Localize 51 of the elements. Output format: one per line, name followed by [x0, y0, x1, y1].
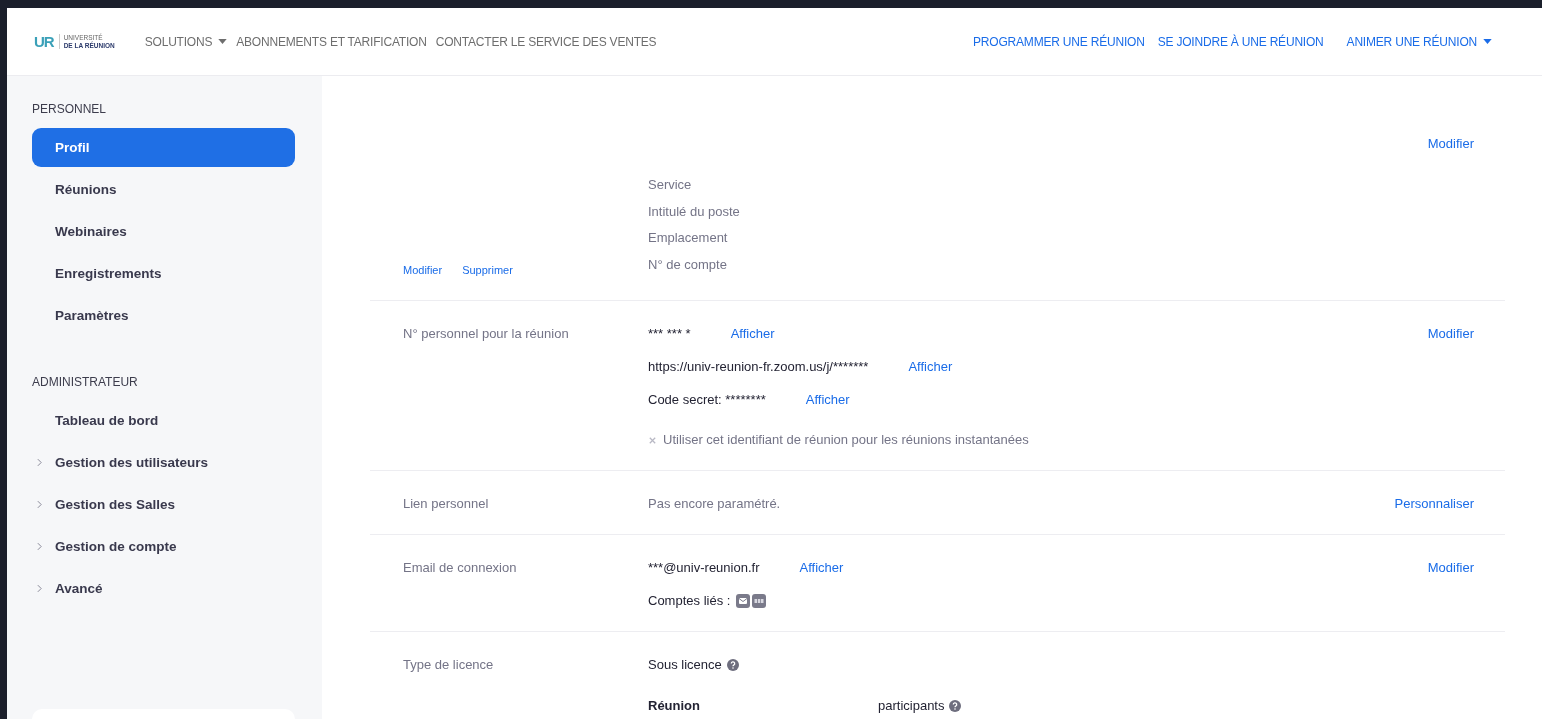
row-label: Type de licence — [403, 656, 495, 674]
nav-link[interactable]: CONTACTER LE SERVICE DES VENTES — [435, 34, 657, 49]
sidebar-item[interactable]: Gestion des Salles — [32, 485, 295, 524]
show-link[interactable]: Afficher — [805, 390, 850, 410]
email-icon — [736, 594, 751, 608]
profile-field-label: Service — [648, 176, 693, 194]
profile-field-label: N° de compte — [648, 255, 728, 274]
nav-link[interactable]: SOLUTIONS — [144, 34, 228, 49]
help-icon[interactable] — [726, 659, 739, 671]
profile-field-label: Intitulé du poste — [648, 202, 741, 221]
show-link[interactable]: Afficher — [908, 357, 953, 377]
photo-link[interactable]: Modifier — [403, 264, 443, 276]
row-action-link[interactable]: Modifier — [1427, 558, 1474, 578]
edit-link[interactable]: Modifier — [1427, 134, 1474, 154]
status-text: Pas encore paramétré. — [648, 495, 781, 513]
sidebar-item[interactable]: Avancé — [32, 569, 295, 608]
row-action-link[interactable]: Personnaliser — [1394, 494, 1474, 514]
show-link[interactable]: Afficher — [730, 324, 775, 344]
sidebar-item[interactable]: Enregistrements — [32, 254, 295, 293]
license-type: Réunion — [648, 697, 701, 715]
section-heading: ADMINISTRATEUR — [32, 375, 139, 389]
caret-icon — [1483, 39, 1492, 44]
linked-accounts-label: Comptes liés : — [648, 592, 731, 610]
nav-link[interactable]: PROGRAMMER UNE RÉUNION — [973, 34, 1145, 49]
profile-field-label: Emplacement — [648, 229, 729, 247]
photo-link[interactable]: Supprimer — [462, 264, 513, 276]
sidebar-item[interactable]: Profil — [32, 128, 295, 167]
row-label: N° personnel pour la réunion — [403, 325, 570, 343]
row-action-link[interactable]: Modifier — [1427, 324, 1474, 344]
nav-link[interactable]: ABONNEMENTS ET TARIFICATION — [236, 34, 427, 49]
sidebar-item[interactable]: Webinaires — [32, 212, 295, 251]
section-heading: PERSONNEL — [32, 102, 108, 116]
caret-icon — [218, 39, 228, 44]
masked-value: https://univ-reunion-fr.zoom.us/j/******* — [648, 358, 869, 376]
sidebar-item[interactable]: Gestion de compte — [32, 527, 295, 566]
row-label: Email de connexion — [403, 559, 518, 577]
sidebar-item[interactable]: Réunions — [32, 170, 295, 209]
masked-value: *** *** * — [648, 325, 691, 343]
participants-text: participants — [878, 697, 945, 715]
help-icon[interactable] — [949, 700, 962, 712]
license-status: Sous licence — [648, 656, 722, 674]
sidebar-item[interactable]: Gestion des utilisateurs — [32, 443, 295, 482]
sidebar-item[interactable]: Tableau de bord — [32, 401, 295, 440]
show-link[interactable]: Afficher — [799, 558, 844, 578]
row-label: Lien personnel — [403, 495, 490, 513]
nav-link[interactable]: SE JOINDRE À UNE RÉUNION — [1157, 34, 1324, 49]
nav-link[interactable]: ANIMER UNE RÉUNION — [1346, 34, 1492, 49]
masked-value: Code secret: ******** — [648, 391, 766, 409]
masked-value: ***@univ-reunion.fr — [648, 559, 760, 577]
option-text: Utiliser cet identifiant de réunion pour les réunions instantanées — [663, 431, 1029, 449]
sidebar-item[interactable]: Paramètres — [32, 296, 295, 335]
